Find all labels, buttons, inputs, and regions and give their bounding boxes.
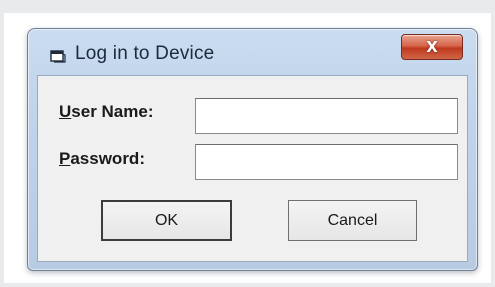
close-icon: X bbox=[426, 38, 438, 56]
background-panel: Log in to Device X User Name: Password: … bbox=[0, 0, 495, 287]
dialog-window-icon bbox=[50, 50, 66, 63]
dialog-title: Log in to Device bbox=[75, 43, 215, 64]
user-name-mnemonic: U bbox=[59, 102, 72, 121]
title-bar[interactable]: Log in to Device X bbox=[28, 29, 477, 75]
password-label: Password: bbox=[59, 149, 145, 169]
login-dialog: Log in to Device X User Name: Password: … bbox=[27, 28, 478, 271]
ok-button[interactable]: OK bbox=[101, 200, 232, 241]
user-name-input[interactable] bbox=[195, 98, 458, 134]
password-input[interactable] bbox=[195, 144, 458, 180]
user-name-label-text: ser Name: bbox=[71, 102, 154, 121]
password-label-text: assword: bbox=[70, 149, 145, 168]
user-name-label: User Name: bbox=[59, 102, 154, 122]
dialog-client-area: User Name: Password: OK Cancel bbox=[37, 75, 468, 262]
close-button[interactable]: X bbox=[401, 34, 463, 60]
cancel-button[interactable]: Cancel bbox=[288, 200, 417, 241]
password-mnemonic: P bbox=[59, 149, 71, 168]
